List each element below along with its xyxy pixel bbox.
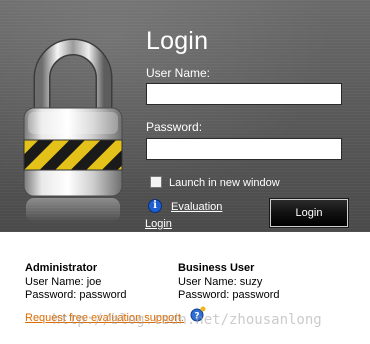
username-label: User Name: (146, 66, 211, 80)
password-input[interactable] (146, 138, 342, 160)
admin-password: Password: password (25, 289, 127, 301)
username-input[interactable] (146, 83, 342, 105)
password-label: Password: (146, 120, 203, 134)
login-button[interactable]: Login (270, 199, 348, 227)
evaluation-link[interactable]: Evaluation (171, 201, 222, 213)
info-icon: i (148, 199, 162, 213)
business-username: User Name: suzy (178, 276, 263, 288)
admin-account-title: Administrator (25, 262, 98, 274)
login-link[interactable]: Login (145, 218, 172, 230)
business-account-title: Business User (178, 262, 255, 274)
page-title: Login (146, 27, 209, 55)
admin-username: User Name: joe (25, 276, 102, 288)
padlock-icon (23, 38, 123, 222)
business-password: Password: password (178, 289, 280, 301)
watermark: http://blog.csdn.net/zhousanlong (52, 312, 322, 328)
launch-new-window-label: Launch in new window (169, 177, 280, 189)
launch-new-window-checkbox[interactable] (150, 176, 162, 188)
